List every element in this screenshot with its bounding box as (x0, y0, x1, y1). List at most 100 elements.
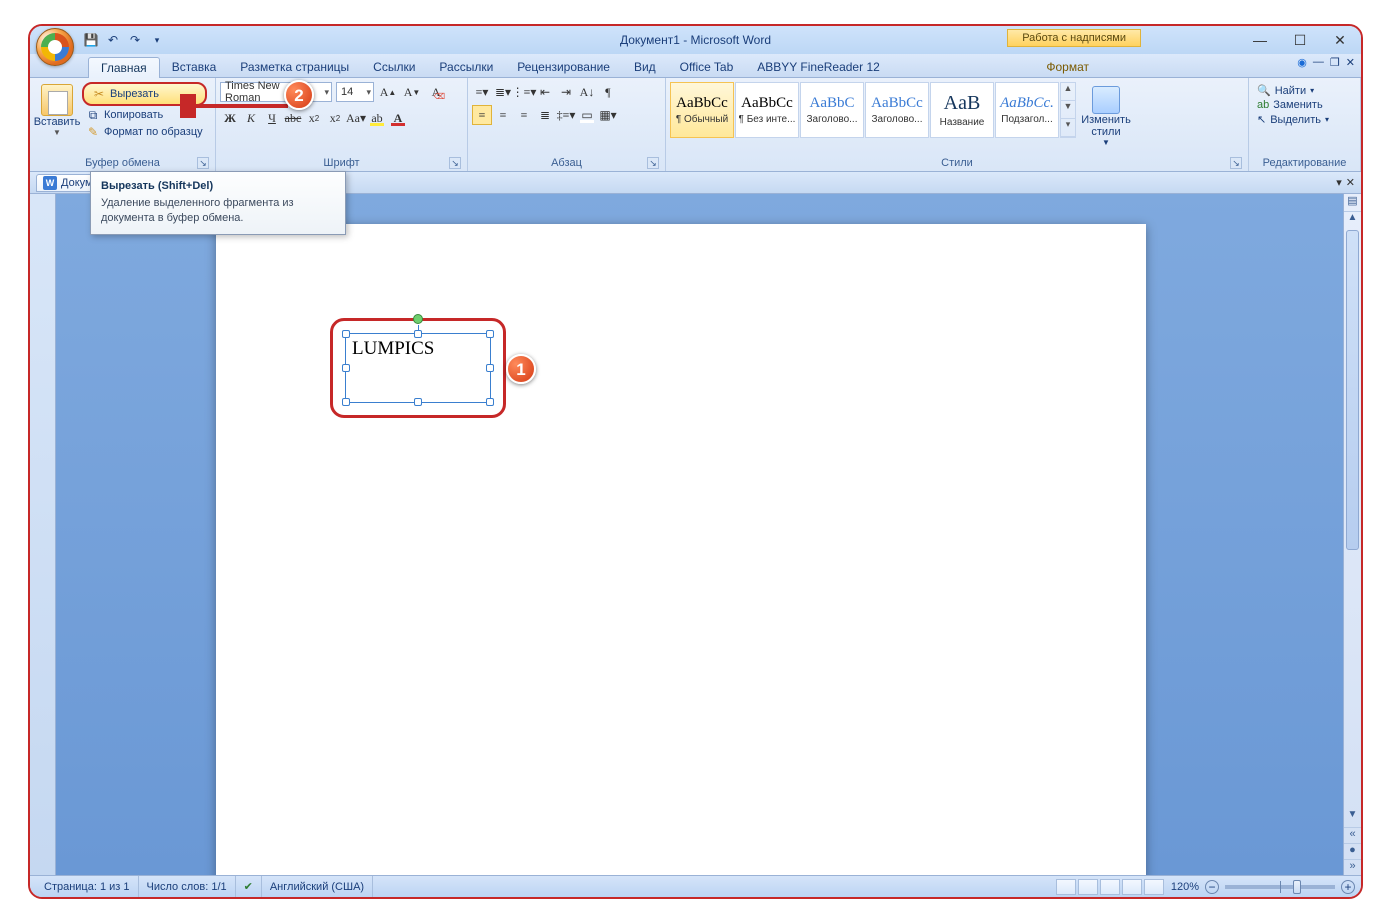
superscript-button[interactable]: x2 (325, 108, 345, 128)
minimize-button[interactable]: — (1245, 32, 1275, 49)
style-heading2[interactable]: AaBbCcЗаголово... (865, 82, 929, 138)
view-print-layout-button[interactable] (1056, 879, 1076, 895)
gallery-up-icon[interactable]: ▲ (1061, 83, 1075, 101)
font-color-button[interactable]: А (388, 108, 408, 128)
dialog-launcher-icon[interactable]: ↘ (449, 157, 461, 169)
browse-object-icon[interactable]: ● (1344, 843, 1361, 859)
office-button[interactable] (36, 28, 74, 66)
resize-handle[interactable] (414, 398, 422, 406)
ruler-toggle-icon[interactable]: ▤ (1344, 194, 1361, 212)
view-web-layout-button[interactable] (1100, 879, 1120, 895)
subscript-button[interactable]: x2 (304, 108, 324, 128)
resize-handle[interactable] (486, 398, 494, 406)
zoom-out-button[interactable]: − (1205, 880, 1219, 894)
resize-handle[interactable] (486, 330, 494, 338)
resize-handle[interactable] (414, 330, 422, 338)
tab-office-tab[interactable]: Office Tab (668, 57, 746, 77)
style-no-spacing[interactable]: AaBbCc¶ Без инте... (735, 82, 799, 138)
change-case-button[interactable]: Aa▾ (346, 108, 366, 128)
tab-format[interactable]: Формат (1034, 57, 1101, 77)
view-full-screen-button[interactable] (1078, 879, 1098, 895)
shading-button[interactable]: ▭ (577, 105, 597, 125)
tab-dropdown-icon[interactable]: ▾ (1336, 176, 1342, 189)
decrease-indent-button[interactable]: ⇤ (535, 82, 555, 102)
zoom-thumb[interactable] (1293, 880, 1301, 894)
styles-gallery[interactable]: AaBbCc¶ Обычный AaBbCc¶ Без инте... AaBb… (670, 82, 1076, 138)
dialog-launcher-icon[interactable]: ↘ (647, 157, 659, 169)
resize-handle[interactable] (486, 364, 494, 372)
scroll-up-icon[interactable]: ▲ (1344, 212, 1361, 230)
status-proofing[interactable]: ✔ (236, 876, 262, 897)
select-button[interactable]: ↖Выделить▾ (1253, 113, 1333, 126)
style-normal[interactable]: AaBbCc¶ Обычный (670, 82, 734, 138)
ribbon-restore-icon[interactable]: ❐ (1330, 56, 1340, 69)
close-button[interactable]: ✕ (1325, 32, 1355, 49)
change-styles-button[interactable]: Изменить стили ▼ (1078, 82, 1134, 147)
status-language[interactable]: Английский (США) (262, 876, 373, 897)
tab-mailings[interactable]: Рассылки (427, 57, 505, 77)
gallery-down-icon[interactable]: ▼ (1061, 101, 1075, 119)
scroll-thumb[interactable] (1346, 230, 1359, 550)
justify-button[interactable]: ≣ (535, 105, 555, 125)
line-spacing-button[interactable]: ‡≡▾ (556, 105, 576, 125)
page[interactable]: LUMPICS 1 (216, 224, 1146, 875)
qat-undo-icon[interactable]: ↶ (104, 31, 122, 49)
prev-page-icon[interactable]: « (1344, 827, 1361, 843)
text-box-content[interactable]: LUMPICS (352, 338, 434, 360)
highlight-button[interactable]: ab (367, 108, 387, 128)
sort-button[interactable]: A↓ (577, 82, 597, 102)
resize-handle[interactable] (342, 330, 350, 338)
tab-insert[interactable]: Вставка (160, 57, 229, 77)
tab-view[interactable]: Вид (622, 57, 668, 77)
qat-more-icon[interactable]: ▾ (148, 31, 166, 49)
increase-indent-button[interactable]: ⇥ (556, 82, 576, 102)
style-title[interactable]: AaBНазвание (930, 82, 994, 138)
ribbon-close-icon[interactable]: ✕ (1346, 56, 1355, 69)
next-page-icon[interactable]: » (1344, 859, 1361, 875)
clear-formatting-button[interactable]: A⌫ (426, 82, 446, 102)
borders-button[interactable]: ▦▾ (598, 105, 618, 125)
zoom-value[interactable]: 120% (1171, 881, 1199, 893)
maximize-button[interactable]: ☐ (1285, 32, 1315, 49)
rotate-handle[interactable] (413, 314, 423, 324)
grow-font-button[interactable]: A▲ (378, 82, 398, 102)
scroll-down-icon[interactable]: ▼ (1344, 809, 1361, 827)
gallery-more-icon[interactable]: ▾ (1061, 119, 1075, 137)
text-box-shape[interactable]: LUMPICS (345, 333, 491, 403)
status-page[interactable]: Страница: 1 из 1 (36, 876, 139, 897)
dialog-launcher-icon[interactable]: ↘ (197, 157, 209, 169)
font-size-combo[interactable]: 14 (336, 82, 374, 102)
vertical-ruler[interactable] (30, 194, 56, 875)
tab-review[interactable]: Рецензирование (505, 57, 622, 77)
tab-home[interactable]: Главная (88, 57, 160, 78)
tab-references[interactable]: Ссылки (361, 57, 427, 77)
find-button[interactable]: 🔍Найти▾ (1253, 84, 1333, 97)
align-right-button[interactable]: ≡ (514, 105, 534, 125)
help-icon[interactable]: ◉ (1297, 56, 1307, 69)
multilevel-button[interactable]: ⋮≡▾ (514, 82, 534, 102)
resize-handle[interactable] (342, 398, 350, 406)
show-marks-button[interactable]: ¶ (598, 82, 618, 102)
align-left-button[interactable]: ≡ (472, 105, 492, 125)
status-words[interactable]: Число слов: 1/1 (139, 876, 236, 897)
dialog-launcher-icon[interactable]: ↘ (1230, 157, 1242, 169)
document-area[interactable]: LUMPICS 1 (56, 194, 1343, 875)
resize-handle[interactable] (342, 364, 350, 372)
replace-button[interactable]: abЗаменить (1253, 99, 1333, 111)
qat-redo-icon[interactable]: ↷ (126, 31, 144, 49)
view-draft-button[interactable] (1144, 879, 1164, 895)
zoom-in-button[interactable]: + (1341, 880, 1355, 894)
vertical-scrollbar[interactable]: ▤ ▲ ▼ « ● » (1343, 194, 1361, 875)
paste-button[interactable]: Вставить ▼ (34, 82, 80, 137)
tab-abbyy[interactable]: ABBYY FineReader 12 (745, 57, 892, 77)
tab-page-layout[interactable]: Разметка страницы (228, 57, 361, 77)
qat-save-icon[interactable]: 💾 (82, 31, 100, 49)
tab-close-icon[interactable]: ✕ (1346, 176, 1355, 189)
format-painter-button[interactable]: ✎ Формат по образцу (82, 124, 207, 140)
align-center-button[interactable]: ≡ (493, 105, 513, 125)
bullets-button[interactable]: ≡▾ (472, 82, 492, 102)
style-subtitle[interactable]: AaBbCc.Подзагол... (995, 82, 1059, 138)
shrink-font-button[interactable]: A▼ (402, 82, 422, 102)
style-heading1[interactable]: AaBbCЗаголово... (800, 82, 864, 138)
zoom-slider[interactable] (1225, 885, 1335, 889)
